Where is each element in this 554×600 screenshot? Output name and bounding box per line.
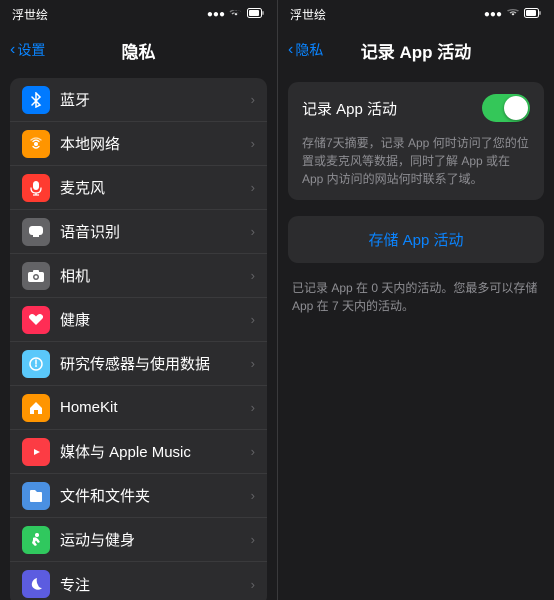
list-item-local-network[interactable]: 本地网络 ›: [10, 122, 267, 166]
chevron-icon-left: ‹: [10, 41, 15, 59]
right-content: 记录 App 活动 存储7天摘要，记录 App 何时访问了您的位置或麦克风等数据…: [278, 72, 554, 600]
toggle-card: 记录 App 活动 存储7天摘要，记录 App 何时访问了您的位置或麦克风等数据…: [288, 82, 544, 200]
battery-icon-right: [524, 8, 542, 21]
chevron-icon: ›: [251, 400, 255, 415]
files-label: 文件和文件夹: [60, 485, 251, 506]
save-app-activity-button[interactable]: 存储 App 活动: [288, 216, 544, 263]
nav-title-left: 隐私: [122, 38, 156, 63]
activity-status-text: 已记录 App 在 0 天内的活动。您最多可以存储 App 在 7 天内的活动。: [288, 279, 544, 323]
wifi-icon-right: [506, 8, 520, 21]
app-name-right: 浮世绘: [290, 6, 326, 23]
save-button-card: 存储 App 活动: [288, 216, 544, 263]
speech-label: 语音识别: [60, 221, 251, 242]
research-icon: [22, 350, 50, 378]
local-network-icon: [22, 130, 50, 158]
media-label: 媒体与 Apple Music: [60, 441, 251, 462]
media-icon: [22, 438, 50, 466]
list-item-files[interactable]: 文件和文件夹 ›: [10, 474, 267, 518]
status-bar-right: 浮世绘 ●●●: [278, 0, 554, 28]
microphone-label: 麦克风: [60, 177, 251, 198]
status-bar-left: 浮世绘 ●●●: [0, 0, 277, 28]
list-item-homekit[interactable]: HomeKit ›: [10, 386, 267, 430]
toggle-label: 记录 App 活动: [302, 98, 482, 119]
focus-icon: [22, 570, 50, 598]
status-icons-left: ●●●: [207, 8, 265, 21]
camera-icon: [22, 262, 50, 290]
chevron-icon: ›: [251, 444, 255, 459]
app-name-left: 浮世绘: [12, 6, 48, 23]
nav-title-right: 记录 App 活动: [361, 38, 472, 63]
speech-icon: [22, 218, 50, 246]
signal-icon: ●●●: [207, 9, 225, 20]
list-item-bluetooth[interactable]: 蓝牙 ›: [10, 78, 267, 122]
back-label-left: 设置: [17, 40, 45, 60]
list-item-speech[interactable]: 语音识别 ›: [10, 210, 267, 254]
chevron-icon-right: ‹: [288, 41, 293, 59]
left-panel: 浮世绘 ●●● ‹ 设置 隐私: [0, 0, 277, 600]
fitness-label: 运动与健身: [60, 529, 251, 550]
back-button-left[interactable]: ‹ 设置: [10, 40, 45, 60]
files-icon: [22, 482, 50, 510]
chevron-icon: ›: [251, 488, 255, 503]
microphone-icon: [22, 174, 50, 202]
chevron-icon: ›: [251, 136, 255, 151]
chevron-icon: ›: [251, 180, 255, 195]
chevron-icon: ›: [251, 532, 255, 547]
chevron-icon: ›: [251, 92, 255, 107]
list-item-media[interactable]: 媒体与 Apple Music ›: [10, 430, 267, 474]
toggle-description: 存储7天摘要，记录 App 何时访问了您的位置或麦克风等数据，同时了解 App …: [288, 134, 544, 200]
privacy-items-group: 蓝牙 › 本地网络 ›: [10, 78, 267, 600]
camera-label: 相机: [60, 265, 251, 286]
list-item-microphone[interactable]: 麦克风 ›: [10, 166, 267, 210]
status-icons-right: ●●●: [484, 8, 542, 21]
wifi-icon: [229, 8, 243, 21]
homekit-icon: [22, 394, 50, 422]
save-button-label: 存储 App 活动: [368, 229, 463, 250]
list-item-camera[interactable]: 相机 ›: [10, 254, 267, 298]
signal-icon-right: ●●●: [484, 9, 502, 20]
battery-icon: [247, 8, 265, 21]
chevron-icon: ›: [251, 312, 255, 327]
list-item-focus[interactable]: 专注 ›: [10, 562, 267, 600]
local-network-label: 本地网络: [60, 133, 251, 154]
bluetooth-icon: [22, 86, 50, 114]
bluetooth-label: 蓝牙: [60, 89, 251, 110]
health-label: 健康: [60, 309, 251, 330]
chevron-icon: ›: [251, 268, 255, 283]
settings-list: 蓝牙 › 本地网络 ›: [0, 72, 277, 600]
toggle-switch[interactable]: [482, 94, 530, 122]
nav-bar-right: ‹ 隐私 记录 App 活动: [278, 28, 554, 72]
research-label: 研究传感器与使用数据: [60, 353, 251, 374]
chevron-icon: ›: [251, 356, 255, 371]
chevron-icon: ›: [251, 224, 255, 239]
homekit-label: HomeKit: [60, 399, 251, 416]
nav-bar-left: ‹ 设置 隐私: [0, 28, 277, 72]
back-label-right: 隐私: [295, 40, 323, 60]
focus-label: 专注: [60, 574, 251, 595]
toggle-row: 记录 App 活动: [288, 82, 544, 134]
back-button-right[interactable]: ‹ 隐私: [288, 40, 323, 60]
list-item-fitness[interactable]: 运动与健身 ›: [10, 518, 267, 562]
list-item-research[interactable]: 研究传感器与使用数据 ›: [10, 342, 267, 386]
right-panel: 浮世绘 ●●● ‹ 隐私 记录 App 活: [277, 0, 554, 600]
chevron-icon: ›: [251, 577, 255, 592]
list-item-health[interactable]: 健康 ›: [10, 298, 267, 342]
health-icon: [22, 306, 50, 334]
fitness-icon: [22, 526, 50, 554]
